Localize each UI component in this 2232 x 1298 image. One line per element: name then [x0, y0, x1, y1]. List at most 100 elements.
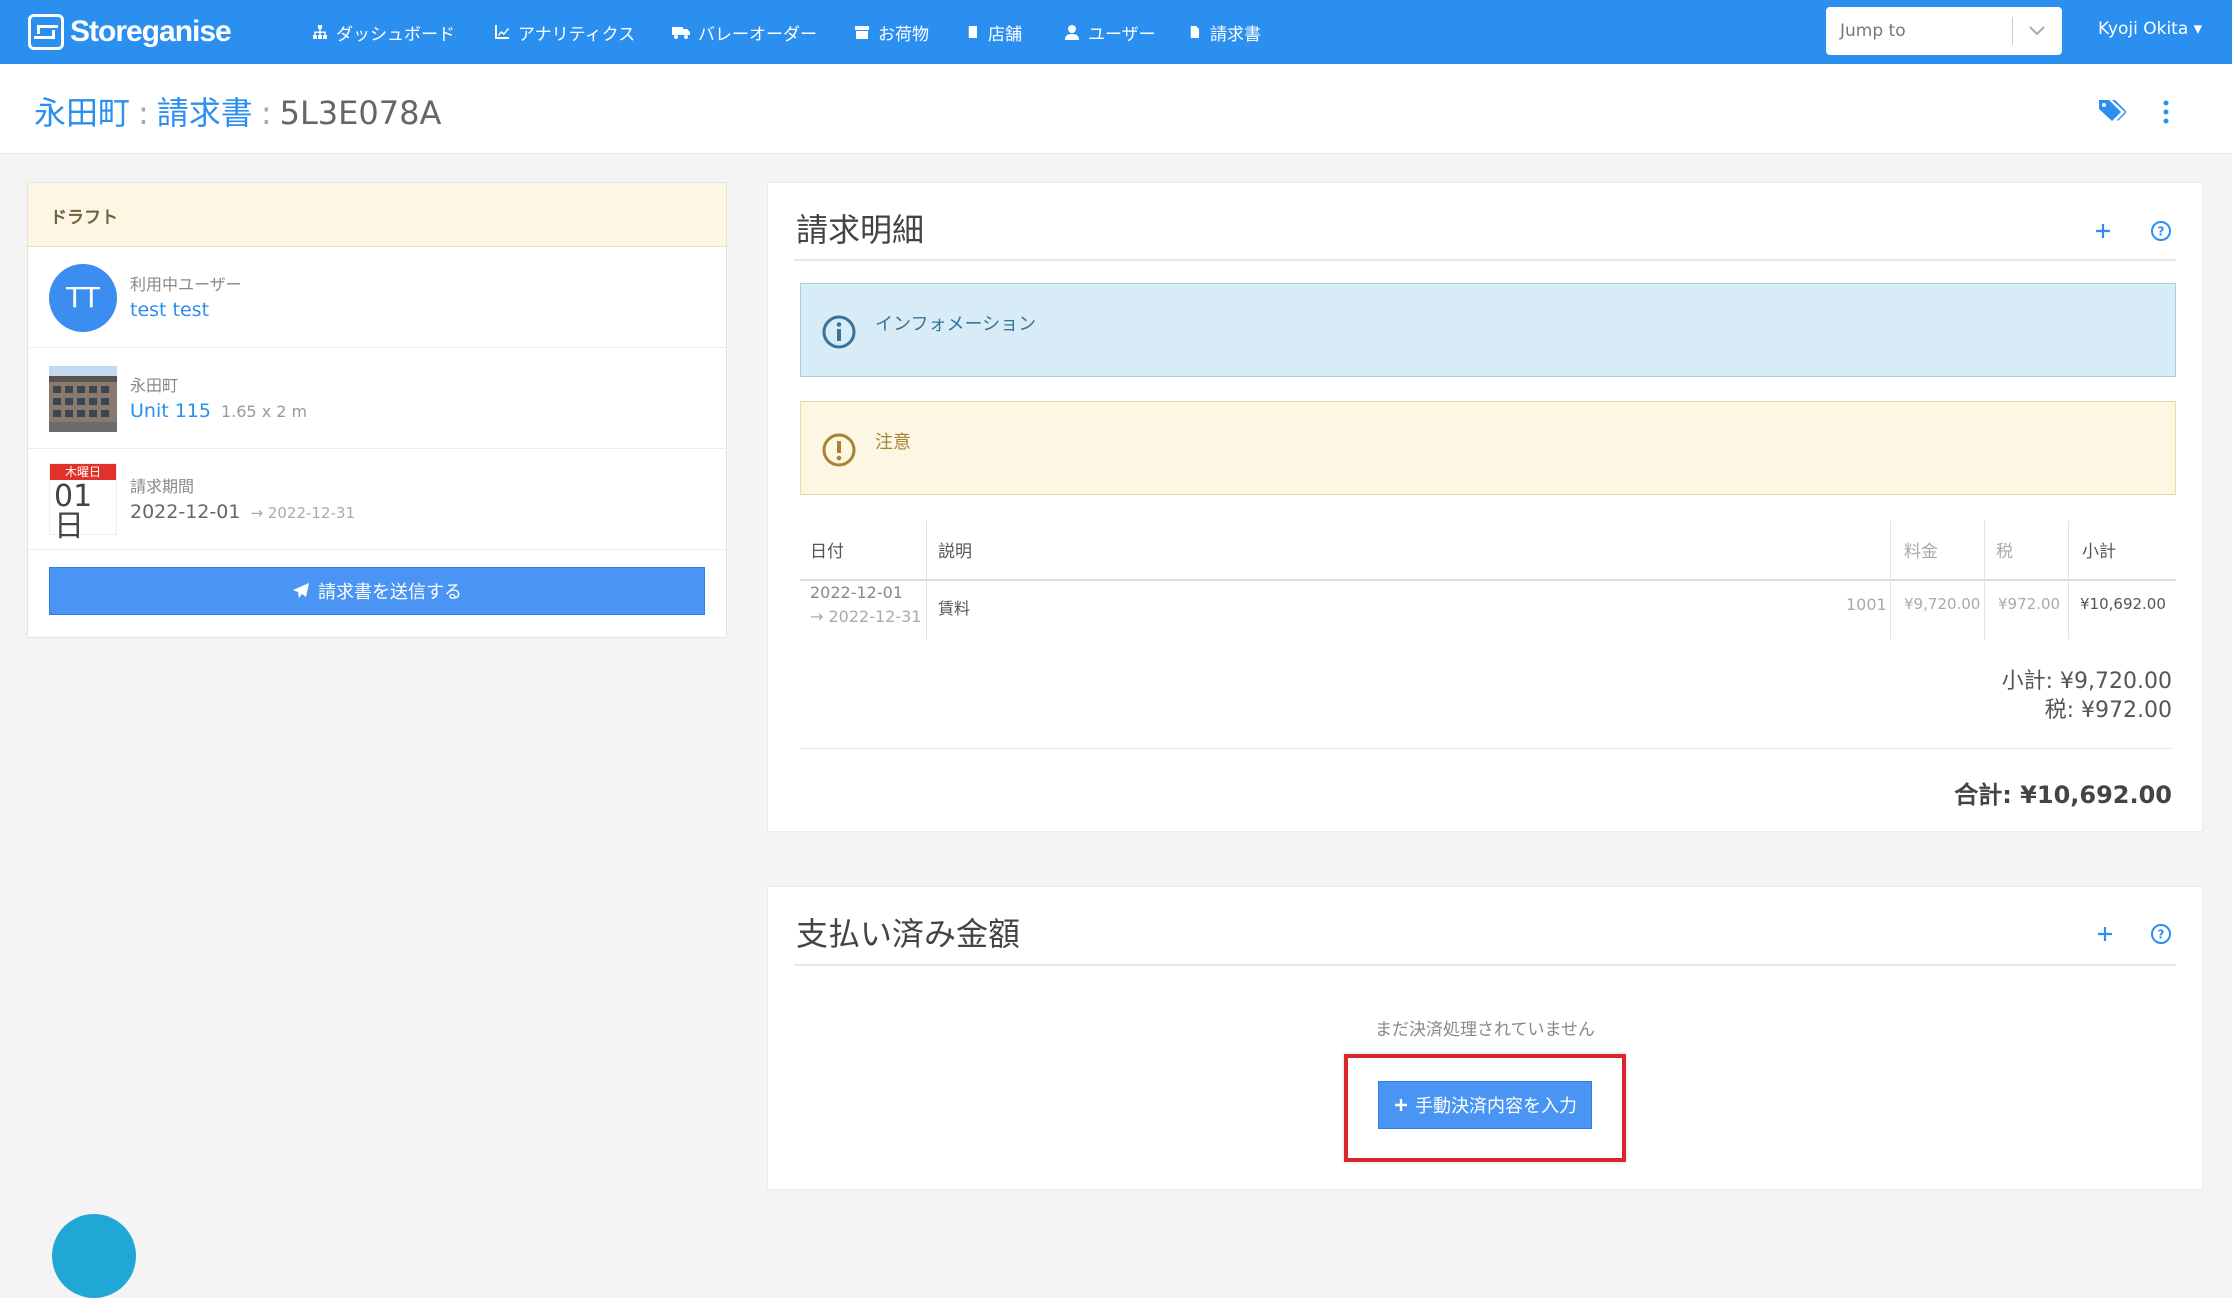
warning-alert: 注意	[800, 401, 2176, 495]
breadcrumb-separator: :	[260, 94, 272, 132]
chat-bubble-button[interactable]	[52, 1214, 136, 1298]
nav-valet-orders[interactable]: バレーオーダー	[672, 18, 817, 46]
line-items-panel: 請求明細 ? インフォメーション 注意 日付 説明 料金 税 小計 2022-1…	[767, 182, 2203, 832]
breadcrumb-site[interactable]: 永田町	[34, 94, 130, 132]
truck-icon	[672, 27, 690, 39]
unit-size: 1.65 x 2 m	[220, 402, 308, 421]
jump-separator	[2012, 17, 2013, 45]
user-name: Kyoji Okita	[2098, 19, 2189, 39]
nav-label: 請求書	[1210, 24, 1261, 45]
caret-down-icon: ▾	[2193, 19, 2203, 39]
unit-info: Unit 115 1.65 x 2 m	[130, 400, 307, 422]
period-label: 請求期間	[130, 477, 195, 496]
more-options-icon[interactable]	[2158, 98, 2174, 126]
file-icon	[1190, 26, 1199, 38]
top-navbar: Storeganise ダッシュボード アナリティクス バレーオーダー お荷物 …	[0, 0, 2232, 64]
svg-text:?: ?	[2158, 928, 2165, 942]
column-header-date: 日付	[810, 542, 844, 562]
column-header-subtotal: 小計	[2082, 542, 2116, 562]
calendar-day: 01 日	[54, 479, 93, 544]
panel-divider	[794, 964, 2176, 966]
period-row: 木曜日 01 日 請求期間 2022-12-01 → 2022-12-31	[28, 449, 726, 550]
table-header-divider	[800, 579, 2176, 581]
archive-icon	[855, 26, 869, 39]
period-end: 2022-12-31	[267, 504, 356, 522]
period-start: 2022-12-01	[130, 501, 241, 523]
invoice-summary-panel: ドラフト TT 利用中ユーザー test test 永田町 Unit 115 1.…	[27, 182, 727, 638]
nav-label: ユーザー	[1088, 24, 1156, 45]
customer-label: 利用中ユーザー	[130, 275, 242, 294]
nav-label: アナリティクス	[518, 24, 636, 45]
breadcrumb-separator: :	[138, 94, 149, 132]
add-payment-icon[interactable]	[2094, 923, 2116, 945]
warning-alert-text: 注意	[875, 432, 911, 453]
chevron-down-icon[interactable]	[2026, 19, 2048, 41]
jump-to-placeholder: Jump to	[1840, 21, 1906, 41]
calendar-icon: 木曜日 01 日	[49, 463, 117, 542]
totals-divider	[800, 748, 2172, 749]
arrow-right-icon: →	[250, 504, 264, 522]
breadcrumb-invoices[interactable]: 請求書	[157, 94, 253, 132]
unit-name-link[interactable]: Unit 115	[130, 400, 211, 422]
brand-name: Storeganise	[70, 15, 232, 48]
column-header-tax: 税	[1996, 542, 2013, 562]
nav-label: ダッシュボード	[336, 24, 455, 45]
unit-row: 永田町 Unit 115 1.65 x 2 m	[28, 348, 726, 449]
highlight-annotation-box	[1344, 1054, 1626, 1162]
help-icon[interactable]: ?	[2150, 923, 2172, 945]
info-alert: インフォメーション	[800, 283, 2176, 377]
payments-title: 支払い済み金額	[796, 915, 1021, 953]
add-line-item-icon[interactable]	[2092, 220, 2114, 242]
building-thumbnail	[49, 366, 117, 432]
grand-total: 合計: ¥10,692.00	[1954, 781, 2172, 809]
exclamation-circle-icon	[822, 433, 856, 467]
nav-label: 店舗	[988, 24, 1022, 45]
invoice-id: 5L3E078A	[279, 94, 442, 132]
panel-divider	[794, 259, 2176, 261]
period-dates: 2022-12-01 → 2022-12-31	[130, 501, 355, 523]
user-icon	[1065, 25, 1079, 40]
calendar-weekday: 木曜日	[50, 464, 116, 480]
avatar[interactable]: TT	[49, 264, 117, 332]
nav-users[interactable]: ユーザー	[1064, 18, 1156, 46]
page-header: 永田町: 請求書:5L3E078A	[0, 64, 2232, 154]
storeganise-logo-icon	[28, 14, 64, 50]
brand-logo[interactable]: Storeganise	[28, 12, 232, 52]
send-invoice-label: 請求書を送信する	[318, 582, 462, 603]
nav-analytics[interactable]: アナリティクス	[494, 18, 635, 46]
row-fee: ¥9,720.00	[1904, 595, 1981, 613]
nav-dashboard[interactable]: ダッシュボード	[312, 18, 455, 46]
tags-icon[interactable]	[2096, 96, 2126, 126]
column-header-description: 説明	[938, 542, 972, 562]
building-icon	[968, 26, 977, 38]
subtotal-summary: 小計: ¥9,720.00	[2001, 669, 2172, 694]
customer-name-link[interactable]: test test	[130, 299, 209, 321]
send-invoice-button[interactable]: 請求書を送信する	[49, 567, 705, 615]
page-title: 永田町: 請求書:5L3E078A	[34, 88, 441, 134]
row-start-date: 2022-12-01	[810, 583, 903, 602]
info-circle-icon	[822, 315, 856, 349]
nav-items[interactable]: お荷物	[854, 18, 929, 46]
row-subtotal: ¥10,692.00	[2080, 595, 2166, 613]
jump-to-select[interactable]: Jump to	[1826, 7, 2062, 55]
tax-summary: 税: ¥972.00	[2044, 698, 2172, 723]
user-menu[interactable]: Kyoji Okita ▾	[2098, 19, 2202, 39]
info-alert-text: インフォメーション	[875, 314, 1037, 335]
nav-sites[interactable]: 店舗	[968, 18, 1022, 46]
column-header-fee: 料金	[1904, 542, 1938, 562]
unit-site-label: 永田町	[130, 376, 179, 395]
line-chart-icon	[495, 25, 509, 39]
row-tax: ¥972.00	[1998, 595, 2061, 613]
svg-text:?: ?	[2158, 225, 2165, 239]
row-item-code: 1001	[1846, 595, 1887, 614]
customer-row: TT 利用中ユーザー test test	[28, 247, 726, 348]
status-badge: ドラフト	[28, 183, 726, 247]
sitemap-icon	[313, 25, 327, 39]
nav-label: バレーオーダー	[698, 24, 817, 45]
help-icon[interactable]: ?	[2150, 220, 2172, 242]
paper-plane-icon	[293, 583, 309, 598]
row-description: 賃料	[938, 599, 971, 618]
nav-invoices[interactable]: 請求書	[1190, 18, 1261, 46]
row-end-date: → 2022-12-31	[810, 607, 922, 626]
no-payments-message: まだ決済処理されていません	[1375, 1020, 1595, 1040]
